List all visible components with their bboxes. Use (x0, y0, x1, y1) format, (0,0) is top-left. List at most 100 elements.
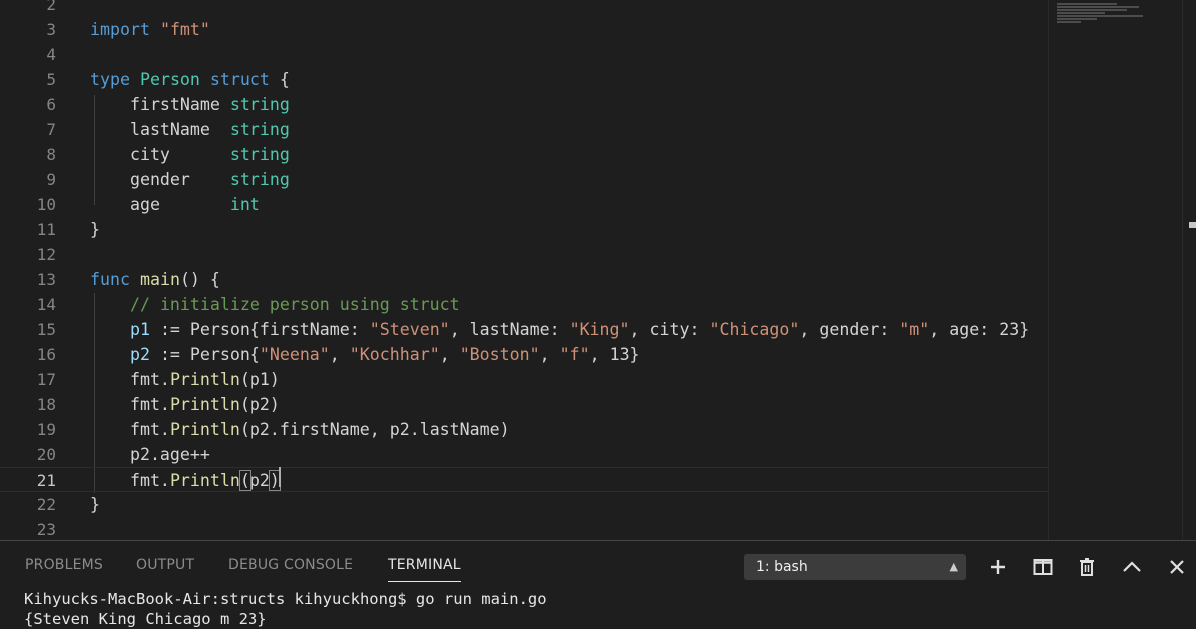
code-token: type (90, 70, 130, 89)
code-line[interactable]: 2 (0, 0, 1048, 17)
code-token: "Kochhar" (349, 345, 440, 364)
code-token: { (269, 70, 290, 89)
line-number: 5 (46, 70, 56, 89)
scroll-position-marker (1189, 222, 1196, 228)
code-line[interactable]: 10 age int (0, 192, 1048, 217)
code-line[interactable]: 9 gender string (0, 167, 1048, 192)
line-number: 6 (46, 95, 56, 114)
code-line[interactable]: 20 p2.age++ (0, 442, 1048, 467)
code-line[interactable]: 6 firstName string (0, 92, 1048, 117)
code-token: string (229, 145, 290, 164)
code-token: Person (139, 70, 200, 89)
code-line[interactable]: 17 fmt.Println(p1) (0, 367, 1048, 392)
plus-icon[interactable] (985, 554, 1011, 580)
code-line[interactable]: 19 fmt.Println(p2.firstName, p2.lastName… (0, 417, 1048, 442)
line-number: 16 (36, 345, 56, 364)
line-number: 13 (36, 270, 56, 289)
code-token: , gender: (799, 320, 900, 339)
line-number: 12 (36, 245, 56, 264)
close-icon[interactable] (1164, 554, 1190, 580)
code-line[interactable]: 12 (0, 242, 1048, 267)
code-token: // initialize person using struct (129, 295, 460, 314)
tab-debug-console[interactable]: DEBUG CONSOLE (228, 557, 353, 573)
code-line[interactable]: 14 // initialize person using struct (0, 292, 1048, 317)
code-line[interactable]: 8 city string (0, 142, 1048, 167)
code-line[interactable]: 21 fmt.Println(p2) (0, 467, 1048, 492)
code-line[interactable]: 11} (0, 217, 1048, 242)
code-token: , city: (629, 320, 710, 339)
code-line[interactable]: 16 p2 := Person{"Neena", "Kochhar", "Bos… (0, 342, 1048, 367)
code-text: p2 := Person{"Neena", "Kochhar", "Boston… (90, 342, 640, 367)
code-line[interactable]: 4 (0, 42, 1048, 67)
line-number: 4 (46, 45, 56, 64)
line-number: 20 (36, 445, 56, 464)
tab-problems[interactable]: PROBLEMS (25, 557, 103, 573)
code-token: main (139, 270, 180, 289)
code-token: fmt. (90, 471, 170, 490)
code-token: age (90, 195, 230, 214)
code-text: p2.age++ (90, 442, 210, 467)
code-token: lastName (90, 120, 230, 139)
bottom-panel: PROBLEMS OUTPUT DEBUG CONSOLE TERMINAL 1… (0, 540, 1196, 629)
code-line[interactable]: 15 p1 := Person{firstName: "Steven", las… (0, 317, 1048, 342)
code-token: "f" (559, 345, 590, 364)
code-token: } (90, 495, 100, 514)
code-text: type Person struct { (90, 67, 290, 92)
code-line[interactable]: 3 import "fmt" (0, 17, 1048, 42)
code-token: "fmt" (159, 20, 210, 39)
code-text: firstName string (90, 92, 290, 117)
code-editor[interactable]: 2 3 import "fmt" 4 5 type Person struct {6 fi… (0, 0, 1048, 540)
code-token: fmt. (90, 420, 170, 439)
code-token: (p1) (239, 370, 280, 389)
code-token: firstName (90, 95, 230, 114)
minimap[interactable] (1048, 0, 1183, 540)
line-number: 22 (36, 495, 56, 514)
trash-icon[interactable] (1074, 554, 1100, 580)
code-token: , (329, 345, 350, 364)
code-token: (p2.firstName, p2.lastName) (239, 420, 510, 439)
code-line[interactable]: 13 func main() { (0, 267, 1048, 292)
line-number: 14 (36, 295, 56, 314)
code-text: fmt.Println(p2) (90, 468, 281, 493)
minimap-line (1057, 18, 1097, 20)
chevron-up-icon[interactable] (1119, 554, 1145, 580)
minimap-line (1057, 12, 1105, 14)
terminal-output[interactable]: Kihyucks-MacBook-Air:structs kihyuckhong… (24, 589, 1184, 629)
code-token: } (90, 220, 100, 239)
split-terminal-icon[interactable] (1030, 554, 1056, 580)
code-token: p2 (249, 471, 270, 490)
code-token: fmt. (90, 395, 170, 414)
code-token: "King" (569, 320, 630, 339)
editor-scrollbar[interactable] (1182, 0, 1196, 540)
text-cursor (279, 467, 281, 487)
code-token: , 13} (589, 345, 640, 364)
line-number: 21 (36, 471, 56, 490)
code-token: , (539, 345, 560, 364)
code-text: fmt.Println(p1) (90, 367, 280, 392)
code-line[interactable]: 22} (0, 492, 1048, 517)
line-number: 19 (36, 420, 56, 439)
code-token: Println (169, 395, 240, 414)
line-number: 7 (46, 120, 56, 139)
code-token: := Person{ (149, 345, 260, 364)
code-token: city (90, 145, 230, 164)
code-token: struct (209, 70, 270, 89)
code-token: func (90, 270, 130, 289)
terminal-line: Kihyucks-MacBook-Air:structs kihyuckhong… (24, 590, 547, 608)
code-line[interactable]: 5 type Person struct { (0, 67, 1048, 92)
tab-terminal[interactable]: TERMINAL (388, 557, 461, 582)
code-text: // initialize person using struct (90, 292, 460, 317)
terminal-select[interactable]: 1: bash ▲ (744, 554, 966, 580)
line-number: 3 (46, 20, 56, 39)
code-line[interactable]: 18 fmt.Println(p2) (0, 392, 1048, 417)
minimap-line (1057, 6, 1139, 8)
code-line[interactable]: 7 lastName string (0, 117, 1048, 142)
tab-output[interactable]: OUTPUT (136, 557, 194, 573)
code-token: string (229, 120, 290, 139)
minimap-line (1057, 3, 1117, 5)
code-line[interactable]: 23 (0, 517, 1048, 540)
